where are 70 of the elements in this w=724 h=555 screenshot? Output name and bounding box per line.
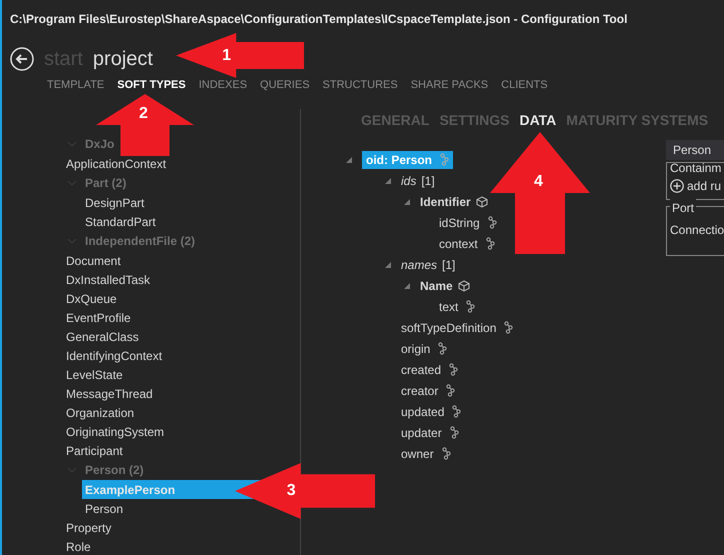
expand-triangle-icon[interactable] bbox=[404, 198, 410, 204]
window-title: C:\Program Files\Eurostep\ShareAspace\ConfigurationTemplates\ICspaceTemplate.json - Configuration Tool bbox=[10, 11, 628, 28]
nav-tab[interactable]: INDEXES bbox=[198, 76, 248, 94]
page-title: project bbox=[92, 47, 153, 72]
soft-type-item[interactable]: GeneralClass bbox=[64, 328, 141, 346]
annotation-number: 4 bbox=[534, 172, 543, 192]
expand-triangle-icon[interactable] bbox=[346, 156, 352, 162]
property-link-icon bbox=[442, 447, 451, 460]
collection-count: [1] bbox=[442, 256, 456, 274]
panel-header: Person bbox=[666, 140, 724, 160]
property-name[interactable]: softTypeDefinition bbox=[401, 318, 496, 336]
property-link-icon bbox=[449, 363, 458, 376]
collection-name[interactable]: ids bbox=[401, 172, 416, 190]
property-link-icon bbox=[486, 237, 495, 250]
property-link-icon bbox=[440, 153, 450, 166]
collection-name[interactable]: names bbox=[401, 256, 438, 274]
expand-triangle-icon[interactable] bbox=[385, 262, 391, 268]
soft-type-item[interactable]: Property bbox=[64, 518, 114, 536]
nav-tab[interactable]: CLIENTS bbox=[501, 76, 548, 94]
property-link-icon bbox=[450, 426, 459, 439]
group-title: Containm bbox=[670, 161, 722, 175]
property-name[interactable]: context bbox=[439, 234, 478, 252]
annotation-number: 2 bbox=[139, 104, 148, 124]
soft-type-item[interactable]: DesignPart bbox=[82, 193, 148, 212]
property-name[interactable]: owner bbox=[401, 444, 434, 462]
collection-count: [1] bbox=[421, 172, 435, 190]
annotation-number: 1 bbox=[222, 46, 232, 66]
property-name[interactable]: updated bbox=[401, 402, 444, 420]
property-name[interactable]: creator bbox=[401, 382, 438, 400]
property-link-icon bbox=[438, 342, 448, 355]
property-name[interactable]: updater bbox=[401, 424, 442, 442]
nav-tab[interactable]: SHARE PACKS bbox=[410, 76, 488, 94]
nav-tab[interactable]: SOFT TYPES bbox=[117, 76, 186, 94]
property-link-icon bbox=[446, 384, 456, 397]
cube-icon bbox=[476, 196, 488, 208]
soft-type-item[interactable]: Document bbox=[64, 252, 123, 270]
expand-triangle-icon[interactable] bbox=[404, 282, 410, 288]
soft-type-item[interactable]: Participant bbox=[64, 442, 125, 460]
detail-tab[interactable]: DATA bbox=[519, 110, 556, 131]
property-name[interactable]: origin bbox=[401, 340, 430, 358]
soft-type-item[interactable]: IdentifyingContext bbox=[64, 346, 164, 364]
soft-type-item[interactable]: ApplicationContext bbox=[64, 154, 168, 172]
expand-triangle-icon[interactable] bbox=[385, 178, 391, 184]
port-text: Connectio bbox=[670, 222, 724, 239]
add-circle-icon[interactable] bbox=[670, 179, 684, 193]
entity-name[interactable]: Identifier bbox=[420, 192, 471, 210]
property-name[interactable]: text bbox=[439, 298, 458, 316]
soft-type-item[interactable]: StandardPart bbox=[82, 212, 159, 231]
entity-name[interactable]: Name bbox=[420, 276, 453, 294]
nav-tab[interactable]: TEMPLATE bbox=[47, 76, 104, 94]
soft-type-item[interactable]: Role bbox=[64, 538, 93, 555]
property-name[interactable]: created bbox=[401, 360, 442, 378]
property-link-icon bbox=[488, 216, 497, 229]
soft-type-item[interactable]: MessageThread bbox=[64, 384, 155, 402]
soft-type-item[interactable]: Person bbox=[82, 499, 126, 518]
add-rule-link[interactable]: add ru bbox=[687, 177, 722, 195]
soft-type-item[interactable]: LevelState bbox=[64, 366, 125, 384]
soft-type-item[interactable]: EventProfile bbox=[64, 308, 133, 326]
cube-icon bbox=[458, 280, 470, 292]
property-name[interactable]: idString bbox=[439, 214, 480, 232]
property-link-icon bbox=[466, 300, 476, 313]
soft-type-item[interactable]: OriginatingSystem bbox=[64, 422, 166, 440]
soft-type-item[interactable]: DxQueue bbox=[64, 290, 119, 308]
nav-tab[interactable]: QUERIES bbox=[260, 76, 310, 94]
property-link-icon bbox=[504, 321, 514, 334]
soft-type-item[interactable]: DxInstalledTask bbox=[64, 270, 152, 288]
annotation-number: 3 bbox=[286, 481, 296, 501]
soft-type-item[interactable]: Organization bbox=[64, 404, 136, 422]
property-link-icon bbox=[452, 405, 462, 418]
nav-tab[interactable]: STRUCTURES bbox=[322, 76, 398, 94]
